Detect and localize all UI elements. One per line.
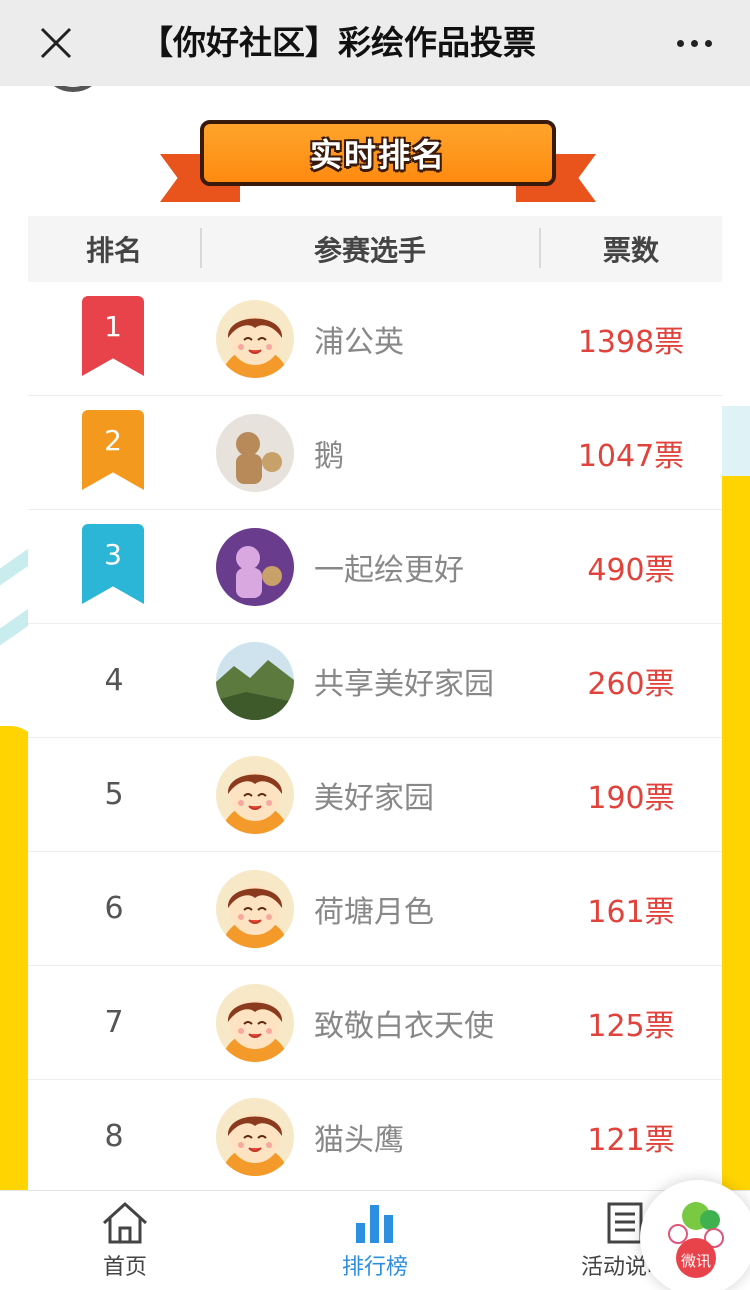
rank-number: 4	[104, 663, 124, 698]
avatar[interactable]	[216, 870, 294, 948]
header-divider	[539, 228, 541, 268]
bottom-tab-bar: 首页 排行榜 活动说明	[0, 1190, 750, 1290]
rank-number: 6	[104, 891, 124, 926]
tab-home-label: 首页	[102, 1255, 147, 1280]
avatar[interactable]	[216, 756, 294, 834]
rank-badge-icon: 1	[82, 296, 144, 376]
player-name: 浦公英	[314, 324, 404, 360]
table-row[interactable]: 4 共享美好家园 260票	[28, 624, 722, 738]
decoration-circle	[40, 86, 106, 92]
app-label: 微讯	[680, 1253, 711, 1270]
vote-count: 260票	[587, 666, 675, 702]
app-logo-icon	[668, 1202, 724, 1278]
tab-home[interactable]: 首页	[0, 1191, 250, 1290]
close-button[interactable]	[28, 18, 84, 68]
player-name: 共享美好家园	[314, 666, 494, 702]
rank-badge-icon: 2	[82, 410, 144, 490]
table-row[interactable]: 7 致敬白衣天使 125票	[28, 966, 722, 1080]
avatar[interactable]	[216, 984, 294, 1062]
table-row[interactable]: 3 一起绘更好 490票	[28, 510, 722, 624]
player-name: 一起绘更好	[314, 552, 464, 588]
rank-badge-icon: 3	[82, 524, 144, 604]
header-votes: 票数	[602, 234, 659, 267]
header-rank: 排名	[85, 234, 142, 267]
player-name: 荷塘月色	[314, 894, 434, 930]
player-name: 鹅	[314, 438, 344, 474]
vote-count: 190票	[587, 780, 675, 816]
vote-count: 161票	[587, 894, 675, 930]
table-header: 排名 参赛选手 票数	[28, 216, 722, 282]
avatar[interactable]	[216, 528, 294, 606]
ranking-banner: 实时排名	[160, 120, 596, 206]
vote-count: 1047票	[577, 438, 685, 474]
rank-number: 7	[104, 1005, 124, 1040]
header-player-label: 参赛选手	[313, 234, 426, 267]
vote-count: 1398票	[577, 324, 685, 360]
header-player: 参赛选手	[200, 229, 540, 269]
table-row[interactable]: 8 猫头鹰 121票	[28, 1080, 722, 1190]
ranking-table: 排名 参赛选手 票数 1 浦公英 1398票 2 鹅 1047票 3 一起绘更好…	[28, 216, 722, 1190]
more-dot-icon	[704, 39, 712, 47]
more-button[interactable]	[666, 20, 722, 66]
decoration-strip-right	[720, 476, 750, 1190]
vote-count: 121票	[587, 1122, 675, 1158]
banner-plate: 实时排名	[200, 120, 556, 186]
table-row[interactable]: 1 浦公英 1398票	[28, 282, 722, 396]
more-dot-icon	[676, 39, 684, 47]
avatar[interactable]	[216, 300, 294, 378]
avatar[interactable]	[216, 642, 294, 720]
floating-app-button[interactable]: 微讯	[640, 1180, 750, 1290]
tab-ranking-label: 排行榜	[341, 1255, 408, 1280]
rank-number: 8	[104, 1119, 124, 1154]
more-dot-icon	[690, 39, 698, 47]
ranking-list: 1 浦公英 1398票 2 鹅 1047票 3 一起绘更好 490票 4 共享美…	[28, 282, 722, 1190]
player-name: 猫头鹰	[314, 1122, 404, 1158]
table-row[interactable]: 5 美好家园 190票	[28, 738, 722, 852]
header-divider	[200, 228, 202, 268]
table-row[interactable]: 6 荷塘月色 161票	[28, 852, 722, 966]
player-name: 致敬白衣天使	[314, 1008, 494, 1044]
close-icon	[40, 27, 72, 59]
avatar[interactable]	[216, 414, 294, 492]
title-bar: 【你好社区】彩绘作品投票	[0, 0, 750, 86]
table-row[interactable]: 2 鹅 1047票	[28, 396, 722, 510]
vote-count: 125票	[587, 1008, 675, 1044]
vote-count: 490票	[587, 552, 675, 588]
page-title: 【你好社区】彩绘作品投票	[140, 23, 536, 62]
tab-ranking[interactable]: 排行榜	[250, 1191, 500, 1290]
page-content: 实时排名 排名 参赛选手 票数 1 浦公英 1398票 2 鹅 1047票 3 …	[0, 86, 750, 1190]
bar-chart-icon	[356, 1205, 393, 1243]
avatar[interactable]	[216, 1098, 294, 1176]
banner-title: 实时排名	[309, 136, 446, 174]
home-icon	[102, 1202, 148, 1244]
player-name: 美好家园	[314, 780, 434, 816]
rank-number: 5	[104, 777, 124, 812]
